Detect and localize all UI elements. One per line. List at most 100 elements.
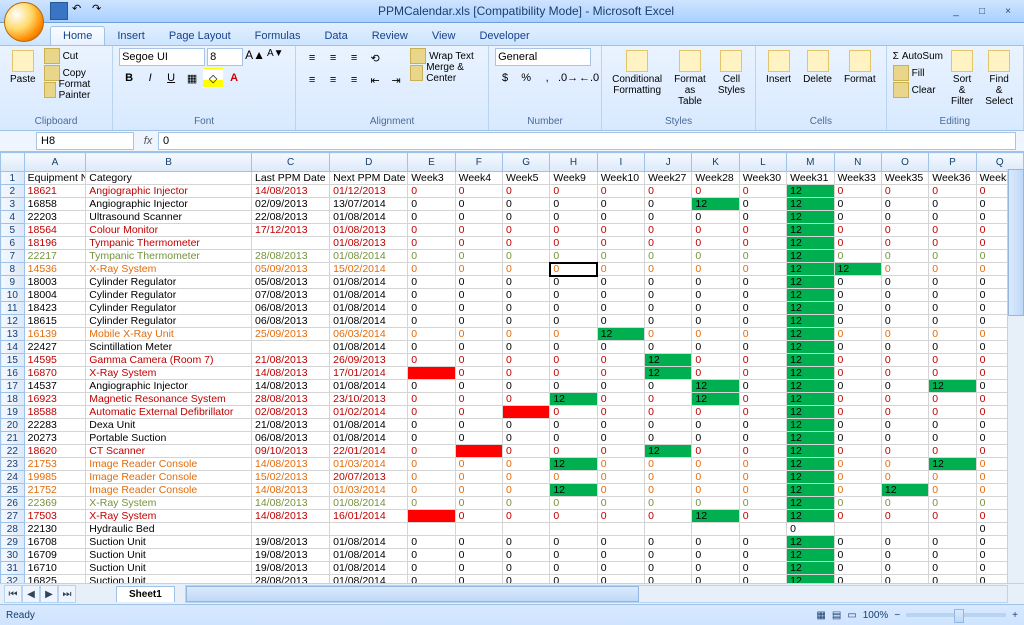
cell[interactable]: 14536: [24, 263, 86, 276]
cell[interactable]: 0: [739, 289, 786, 302]
cell[interactable]: 0: [834, 406, 881, 419]
cell[interactable]: Gamma Camera (Room 7): [86, 354, 252, 367]
cell[interactable]: 0: [881, 445, 928, 458]
row-header[interactable]: 19: [1, 406, 25, 419]
cell[interactable]: 16923: [24, 393, 86, 406]
cell[interactable]: 0: [597, 185, 644, 198]
cell[interactable]: 0: [597, 432, 644, 445]
cell[interactable]: [692, 523, 739, 536]
row-header[interactable]: 11: [1, 302, 25, 315]
align-mid-icon[interactable]: ≡: [323, 48, 343, 68]
font-color-button[interactable]: A: [224, 68, 244, 88]
cell[interactable]: 0: [645, 302, 692, 315]
cell[interactable]: 28/08/2013: [251, 393, 329, 406]
cell[interactable]: 0: [929, 211, 976, 224]
cell[interactable]: 0: [929, 263, 976, 276]
cell[interactable]: 0: [597, 224, 644, 237]
col-header[interactable]: L: [739, 153, 786, 172]
cell[interactable]: 0: [550, 289, 597, 302]
header-cell[interactable]: Week9: [550, 172, 597, 185]
cell[interactable]: Automatic External Defibrillator: [86, 406, 252, 419]
cell[interactable]: 22369: [24, 497, 86, 510]
cell[interactable]: 0: [929, 302, 976, 315]
cell[interactable]: 0: [881, 419, 928, 432]
cell[interactable]: 0: [692, 276, 739, 289]
cell[interactable]: 12: [787, 419, 834, 432]
cell[interactable]: 0: [929, 510, 976, 523]
cell[interactable]: 19/08/2013: [251, 536, 329, 549]
row-header[interactable]: 17: [1, 380, 25, 393]
cell[interactable]: 0: [502, 250, 549, 263]
cell[interactable]: 0: [502, 510, 549, 523]
indent-dec-icon[interactable]: ⇤: [365, 70, 385, 90]
cell[interactable]: 0: [502, 211, 549, 224]
align-center-icon[interactable]: ≡: [323, 70, 343, 90]
align-left-icon[interactable]: ≡: [302, 70, 322, 90]
cell[interactable]: 0: [834, 549, 881, 562]
cell[interactable]: 01/08/2014: [330, 497, 408, 510]
cell[interactable]: 0: [739, 432, 786, 445]
percent-icon[interactable]: %: [516, 68, 536, 88]
tab-data[interactable]: Data: [312, 27, 359, 45]
cell[interactable]: [929, 523, 976, 536]
cell[interactable]: 0: [408, 562, 455, 575]
cell[interactable]: Image Reader Console: [86, 458, 252, 471]
cell[interactable]: 0: [408, 185, 455, 198]
cell[interactable]: 0: [502, 497, 549, 510]
cell[interactable]: 16858: [24, 198, 86, 211]
header-cell[interactable]: Next PPM Date: [330, 172, 408, 185]
cell[interactable]: Angiographic Injector: [86, 380, 252, 393]
cell[interactable]: 0: [550, 575, 597, 584]
cell[interactable]: 0: [455, 315, 502, 328]
cell[interactable]: 01/03/2014: [330, 484, 408, 497]
cell[interactable]: 01/08/2014: [330, 302, 408, 315]
cell[interactable]: 12: [787, 562, 834, 575]
cell[interactable]: 0: [645, 185, 692, 198]
cell[interactable]: 0: [597, 237, 644, 250]
cell[interactable]: 0: [739, 536, 786, 549]
cell[interactable]: 17503: [24, 510, 86, 523]
cell[interactable]: 0: [739, 497, 786, 510]
cell[interactable]: 0: [645, 393, 692, 406]
fx-icon[interactable]: fx: [138, 135, 158, 147]
cell[interactable]: 01/08/2014: [330, 575, 408, 584]
cell[interactable]: 12: [787, 536, 834, 549]
cell[interactable]: 01/03/2014: [330, 458, 408, 471]
cell[interactable]: 0: [502, 341, 549, 354]
cell[interactable]: 0: [881, 224, 928, 237]
office-button[interactable]: [4, 2, 44, 42]
cell[interactable]: 19/08/2013: [251, 549, 329, 562]
cell[interactable]: 22283: [24, 419, 86, 432]
cell[interactable]: 12: [692, 510, 739, 523]
cell[interactable]: 0: [455, 211, 502, 224]
cell[interactable]: 12: [787, 354, 834, 367]
cell[interactable]: 18615: [24, 315, 86, 328]
cell[interactable]: 0: [502, 367, 549, 380]
cell[interactable]: 0: [597, 302, 644, 315]
cell[interactable]: 0: [739, 393, 786, 406]
cell[interactable]: 0: [834, 237, 881, 250]
autosum-button[interactable]: ΣAutoSum: [893, 48, 943, 64]
row-header[interactable]: 5: [1, 224, 25, 237]
cell[interactable]: 0: [455, 419, 502, 432]
clear-button[interactable]: Clear: [893, 82, 943, 98]
cell[interactable]: Dexa Unit: [86, 419, 252, 432]
cell[interactable]: 12: [787, 302, 834, 315]
cell[interactable]: 0: [597, 575, 644, 584]
cell[interactable]: 0: [550, 380, 597, 393]
col-header[interactable]: H: [550, 153, 597, 172]
cell[interactable]: 0: [739, 510, 786, 523]
cell[interactable]: 0: [881, 497, 928, 510]
col-header[interactable]: J: [645, 153, 692, 172]
cell[interactable]: 0: [408, 224, 455, 237]
cell[interactable]: X-Ray System: [86, 367, 252, 380]
cell[interactable]: 0: [834, 341, 881, 354]
cell[interactable]: Ultrasound Scanner: [86, 211, 252, 224]
header-cell[interactable]: Week4: [455, 172, 502, 185]
cell[interactable]: 0: [455, 406, 502, 419]
cell[interactable]: 0: [929, 328, 976, 341]
cell[interactable]: 0: [645, 510, 692, 523]
cell[interactable]: 01/08/2014: [330, 380, 408, 393]
cell[interactable]: Suction Unit: [86, 575, 252, 584]
cell[interactable]: 14/08/2013: [251, 185, 329, 198]
